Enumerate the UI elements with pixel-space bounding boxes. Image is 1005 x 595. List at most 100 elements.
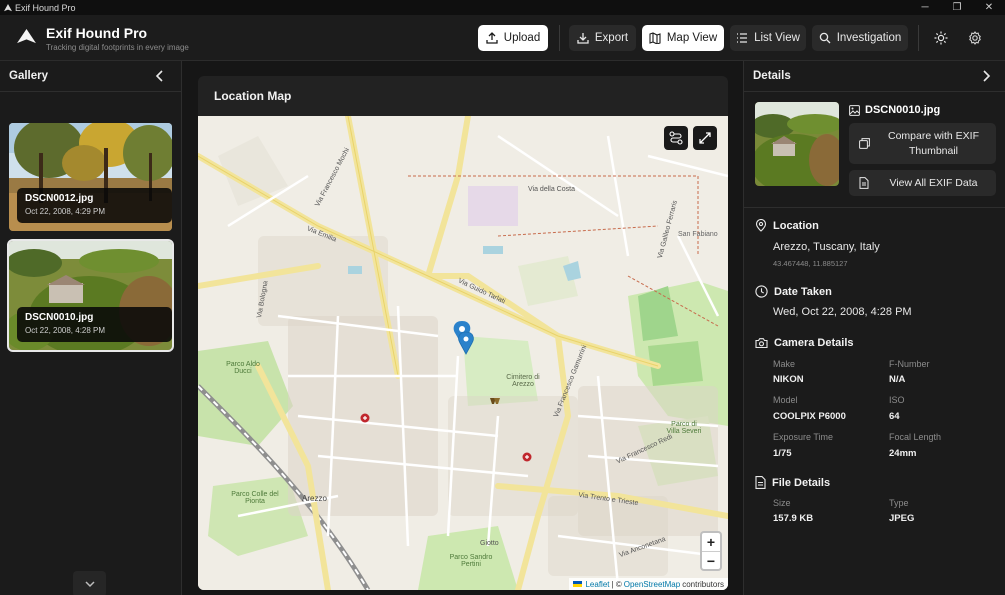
compare-label: Compare with EXIF Thumbnail [887, 129, 980, 157]
expand-icon [699, 132, 711, 144]
fnumber-value: N/A [889, 374, 906, 385]
details-panel: Details DSCN0010.jpg Compare with EXIF T… [743, 61, 1005, 595]
map-label: Cimitero di Arezzo [506, 374, 540, 388]
collapse-left-icon[interactable] [153, 69, 167, 83]
location-heading-text: Location [773, 219, 819, 232]
size-label: Size [773, 498, 791, 508]
route-icon [669, 131, 683, 145]
detail-filename: DSCN0010.jpg [849, 104, 940, 116]
minimize-icon[interactable]: ─ [909, 0, 941, 15]
map-label: Parco Sandro Pertini [449, 554, 493, 568]
camera-heading-text: Camera Details [774, 337, 854, 349]
focal-value: 24mm [889, 448, 917, 459]
map-label: Via della Costa [528, 186, 575, 193]
gallery-item-date: Oct 22, 2008, 4:28 PM [25, 326, 106, 335]
upload-button[interactable]: Upload [478, 25, 548, 51]
gallery-title: Gallery [9, 70, 48, 82]
settings-button[interactable] [964, 27, 986, 49]
fullscreen-button[interactable] [693, 126, 717, 150]
exposure-label: Exposure Time [773, 432, 834, 442]
upload-label: Upload [503, 32, 541, 44]
zoom-control: + − [700, 531, 722, 571]
compare-thumbnail-button[interactable]: Compare with EXIF Thumbnail [849, 123, 996, 164]
download-icon [577, 33, 589, 44]
iso-value: 64 [889, 411, 900, 422]
map-view-label: Map View [666, 32, 718, 44]
type-label: Type [889, 498, 909, 508]
ukraine-flag-icon [573, 581, 583, 587]
header-divider [559, 25, 560, 51]
scroll-down-button[interactable] [73, 571, 106, 595]
focal-label: Focal Length [889, 432, 942, 442]
collapse-right-icon[interactable] [979, 69, 993, 83]
map-label: Giotto [480, 540, 499, 547]
gallery-panel: Gallery DSCN0012.jpg Oct 22, 2008, 4:29 … [0, 61, 182, 595]
model-label: Model [773, 395, 798, 405]
zoom-in-button[interactable]: + [702, 533, 720, 551]
clock-icon [755, 285, 768, 298]
camera-heading: Camera Details [755, 337, 854, 349]
size-value: 157.9 KB [773, 513, 814, 524]
app-icon [3, 3, 13, 13]
details-header: Details [744, 61, 1005, 92]
theme-toggle-button[interactable] [930, 27, 952, 49]
location-heading: Location [755, 219, 819, 232]
investigation-label: Investigation [836, 32, 902, 44]
gallery-header: Gallery [0, 61, 181, 92]
app-subtitle: Tracking digital footprints in every ima… [46, 43, 189, 52]
make-value: NIKON [773, 374, 804, 385]
file-heading-text: File Details [772, 476, 831, 489]
gallery-item-date: Oct 22, 2008, 4:29 PM [25, 207, 106, 216]
list-view-label: List View [754, 32, 800, 44]
maximize-icon[interactable]: ❐ [941, 0, 973, 15]
view-all-exif-button[interactable]: View All EXIF Data [849, 170, 996, 196]
map-card: Location Map Via Francesco Mochi Via Gui… [198, 76, 728, 590]
gallery-item-filename: DSCN0010.jpg [25, 312, 94, 323]
map-label: Parco Aldo Ducci [226, 361, 260, 375]
detail-photo-thumbnail [755, 102, 839, 186]
export-label: Export [594, 32, 629, 44]
make-label: Make [773, 359, 796, 369]
map-canvas[interactable]: Via Francesco Mochi Via Guido Tarlati Vi… [198, 116, 728, 590]
close-icon[interactable]: ✕ [973, 0, 1005, 15]
list-view-button[interactable]: List View [730, 25, 806, 51]
leaflet-link[interactable]: Leaflet [585, 580, 609, 589]
location-coords: 43.467448, 11.885127 [773, 259, 848, 268]
gallery-item[interactable]: DSCN0012.jpg Oct 22, 2008, 4:29 PM [9, 123, 172, 231]
model-value: COOLPIX P6000 [773, 411, 846, 422]
sun-icon [934, 31, 948, 45]
app-title: Exif Hound Pro [46, 25, 148, 41]
fnumber-label: F-Number [889, 359, 930, 369]
map-title: Location Map [214, 89, 292, 103]
view-all-label: View All EXIF Data [889, 176, 978, 189]
gallery-item-filename: DSCN0012.jpg [25, 193, 94, 204]
map-label: San Fabiano [678, 231, 718, 238]
attribution-suffix: contributors [682, 579, 724, 589]
search-icon [819, 32, 831, 44]
gallery-item-caption: DSCN0012.jpg Oct 22, 2008, 4:29 PM [17, 188, 172, 223]
exposure-value: 1/75 [773, 448, 792, 459]
list-icon [737, 33, 748, 43]
compare-icon [849, 138, 879, 149]
osm-link[interactable]: OpenStreetMap [624, 580, 680, 589]
type-value: JPEG [889, 513, 915, 524]
zoom-out-button[interactable]: − [702, 551, 720, 569]
layers-button[interactable] [664, 126, 688, 150]
location-place: Arezzo, Tuscany, Italy [773, 241, 880, 253]
investigation-button[interactable]: Investigation [812, 25, 908, 51]
gear-icon [969, 31, 981, 45]
window-title: Exif Hound Pro [15, 2, 76, 13]
app-header: Exif Hound Pro Tracking digital footprin… [0, 15, 1005, 61]
map-view-button[interactable]: Map View [642, 25, 724, 51]
export-button[interactable]: Export [569, 25, 636, 51]
document-icon [849, 177, 879, 189]
gallery-item-selected[interactable]: DSCN0010.jpg Oct 22, 2008, 4:28 PM [7, 239, 174, 352]
upload-icon [486, 32, 498, 44]
date-value: Wed, Oct 22, 2008, 4:28 PM [773, 306, 912, 318]
file-heading: File Details [755, 476, 830, 489]
logo-icon [17, 29, 36, 44]
attribution-separator: | © [611, 579, 622, 589]
camera-icon [755, 338, 768, 349]
map-attribution: Leaflet | © OpenStreetMap contributors [569, 578, 728, 590]
details-divider [744, 207, 1005, 208]
